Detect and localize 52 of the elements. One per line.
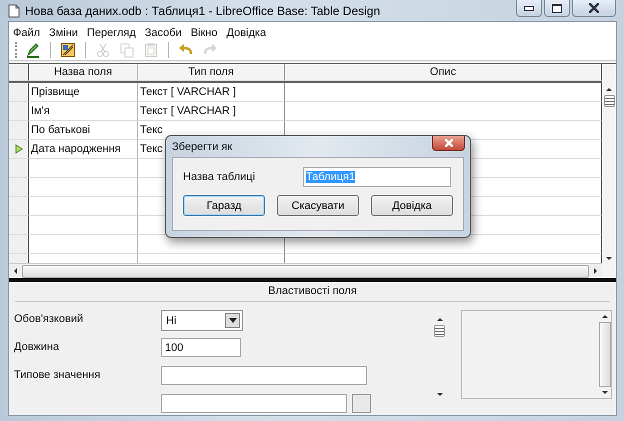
- table-cell: Дата народження: [29, 140, 138, 159]
- scroll-thumb[interactable]: [22, 264, 589, 278]
- ok-button[interactable]: Гаразд: [183, 195, 265, 216]
- horizontal-scrollbar[interactable]: [9, 263, 602, 278]
- current-row-icon: [14, 144, 22, 154]
- column-header[interactable]: Тип поля: [138, 64, 285, 81]
- table-cell: По батькові: [29, 121, 138, 140]
- menu-item[interactable]: Перегляд: [86, 26, 136, 39]
- table-cell: Прізвище: [29, 83, 138, 102]
- panel-title: Властивості поля: [15, 282, 610, 302]
- row-header[interactable]: [9, 178, 29, 197]
- dialog-button[interactable]: Скасувати: [277, 195, 359, 216]
- input-field[interactable]: [161, 394, 347, 413]
- table-cell: Ім'я: [29, 102, 138, 121]
- table-cell: Текст [ VARCHAR ]: [138, 83, 285, 102]
- column-header[interactable]: Опис: [285, 64, 602, 81]
- dialog-button[interactable]: Довідка: [371, 195, 453, 216]
- row-header[interactable]: [9, 235, 29, 254]
- close-button[interactable]: [572, 0, 616, 17]
- input-field[interactable]: 100: [161, 338, 241, 357]
- row-header[interactable]: [9, 102, 29, 121]
- menu-item[interactable]: Засоби: [144, 26, 182, 39]
- table-design-icon[interactable]: [60, 42, 76, 58]
- field-label: Довжина: [14, 340, 60, 353]
- input-field[interactable]: [161, 366, 367, 385]
- menu-item[interactable]: Файл: [13, 26, 40, 39]
- menu-item[interactable]: Довідка: [226, 26, 266, 39]
- row-header[interactable]: [9, 83, 29, 102]
- dialog-title: Зберегти як: [172, 140, 232, 152]
- field-label: Назва таблиці: [183, 170, 256, 182]
- dropdown[interactable]: Ні: [161, 310, 243, 331]
- row-header[interactable]: [9, 197, 29, 216]
- scroll-left-arrow[interactable]: [14, 268, 17, 274]
- document-icon: [8, 4, 20, 18]
- caret-icon[interactable]: [228, 318, 236, 323]
- vertical-scrollbar[interactable]: [602, 64, 616, 278]
- close-button[interactable]: [432, 136, 465, 151]
- menu-item[interactable]: Вікно: [190, 26, 218, 39]
- pencil-icon[interactable]: [25, 42, 41, 58]
- window-title: Нова база даних.odb : Таблиця1 - LibreOffice Base: Table Design: [25, 4, 380, 18]
- row-header[interactable]: [9, 121, 29, 140]
- row-header[interactable]: [9, 159, 29, 178]
- scroll-right-arrow[interactable]: [594, 268, 597, 274]
- row-header[interactable]: [9, 140, 29, 159]
- maximize-button[interactable]: [544, 0, 570, 17]
- field-label: Обов'язковий: [14, 312, 84, 325]
- column-header[interactable]: Назва поля: [29, 64, 138, 81]
- menu-item[interactable]: Зміни: [49, 26, 78, 39]
- field-label: Типове значення: [14, 368, 102, 381]
- minimize-button[interactable]: [516, 0, 542, 17]
- table-cell: Текст [ VARCHAR ]: [138, 102, 285, 121]
- row-header[interactable]: [9, 216, 29, 235]
